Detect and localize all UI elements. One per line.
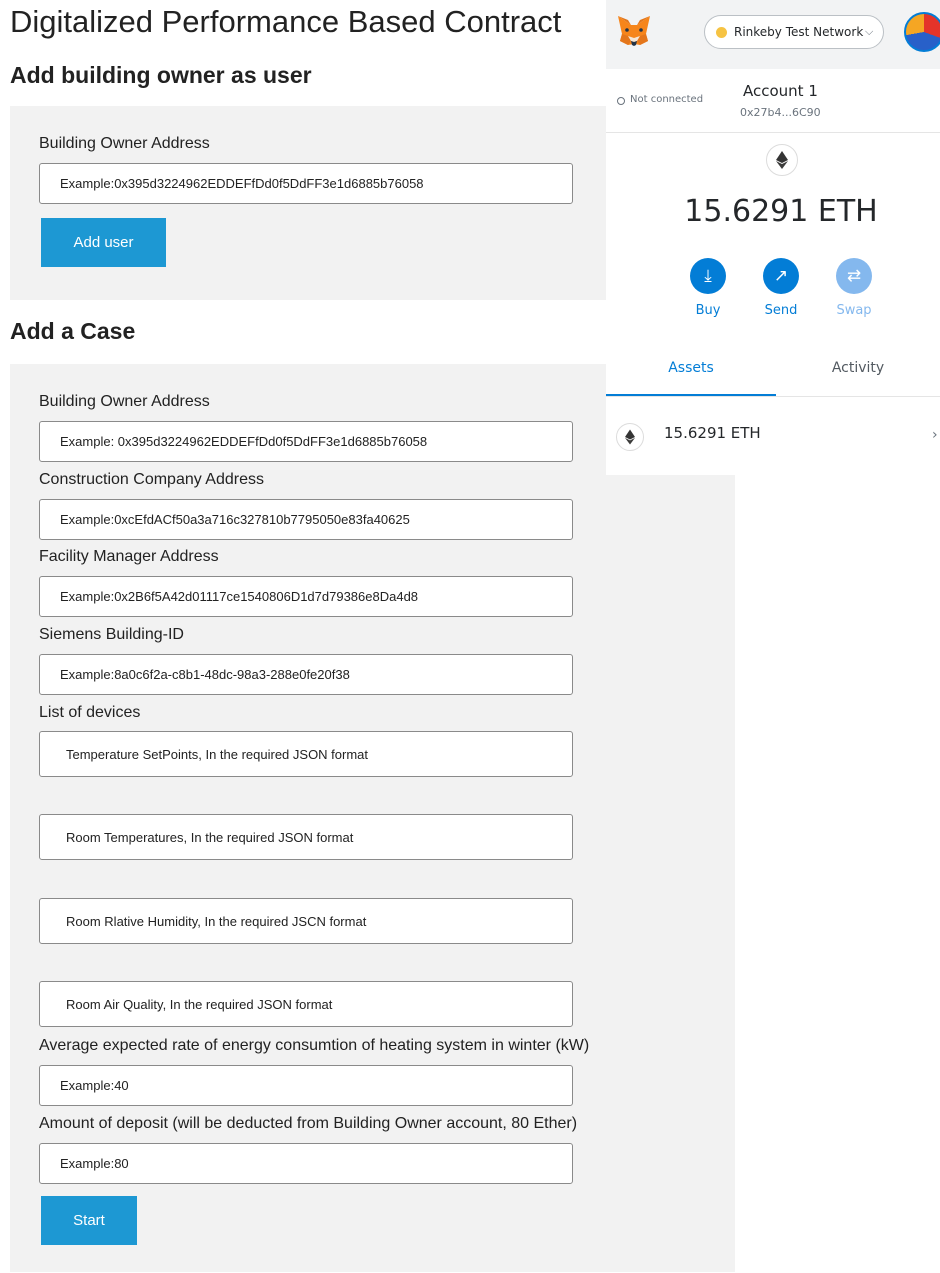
device-room-temperatures-input[interactable] xyxy=(39,814,573,860)
swap-button[interactable]: ⇄ Swap xyxy=(824,258,884,318)
send-label: Send xyxy=(764,303,798,318)
start-button[interactable]: Start xyxy=(41,1196,137,1245)
device-temperature-setpoints-input[interactable] xyxy=(39,731,573,777)
ethereum-icon xyxy=(616,423,644,451)
network-selector[interactable]: Rinkeby Test Network ⌵ xyxy=(704,15,884,49)
tab-assets[interactable]: Assets xyxy=(606,352,776,396)
owner-address-label: Building Owner Address xyxy=(39,135,210,152)
add-case-heading: Add a Case xyxy=(10,318,136,344)
facility-manager-label: Facility Manager Address xyxy=(39,548,219,565)
metamask-wallet-popup: Rinkeby Test Network ⌵ Not connected Acc… xyxy=(606,0,940,475)
buy-button[interactable]: ⤓ Buy xyxy=(678,258,738,318)
facility-manager-input[interactable] xyxy=(39,576,573,617)
device-room-humidity-input[interactable] xyxy=(39,898,573,944)
construction-company-input[interactable] xyxy=(39,499,573,540)
network-status-dot xyxy=(716,27,727,38)
construction-company-label: Construction Company Address xyxy=(39,471,264,488)
deposit-label: Amount of deposit (will be deducted from… xyxy=(39,1115,578,1132)
asset-amount: 15.6291 ETH xyxy=(664,424,761,442)
chevron-down-icon: ⌵ xyxy=(865,25,874,38)
device-room-air-quality-input[interactable] xyxy=(39,981,573,1027)
download-icon: ⤓ xyxy=(690,258,726,294)
connection-status[interactable]: Not connected xyxy=(630,94,703,105)
send-button[interactable]: ↗ Send xyxy=(751,258,811,318)
chevron-right-icon: › xyxy=(932,427,938,443)
network-name: Rinkeby Test Network xyxy=(734,25,864,39)
kebab-menu-icon[interactable]: ⋮ xyxy=(934,91,940,107)
building-id-label: Siemens Building-ID xyxy=(39,626,184,643)
tab-activity[interactable]: Activity xyxy=(776,352,940,396)
owner-address-input[interactable] xyxy=(39,163,573,204)
account-name: Account 1 xyxy=(743,82,818,100)
buy-label: Buy xyxy=(695,303,721,318)
connection-status-icon xyxy=(617,97,625,105)
arrow-up-right-icon: ↗ xyxy=(763,258,799,294)
account-avatar[interactable] xyxy=(904,12,940,52)
swap-icon: ⇄ xyxy=(836,258,872,294)
add-case-panel: Building Owner Address Construction Comp… xyxy=(10,364,735,1272)
deposit-input[interactable] xyxy=(39,1143,573,1184)
add-user-heading: Add building owner as user xyxy=(10,62,312,88)
metamask-fox-icon[interactable] xyxy=(616,14,652,48)
account-address[interactable]: 0x27b4...6C90 xyxy=(740,106,821,119)
case-owner-address-label: Building Owner Address xyxy=(39,393,210,410)
energy-rate-input[interactable] xyxy=(39,1065,573,1106)
case-owner-address-input[interactable] xyxy=(39,421,573,462)
add-user-button[interactable]: Add user xyxy=(41,218,166,267)
building-id-input[interactable] xyxy=(39,654,573,695)
wallet-header: Rinkeby Test Network ⌵ xyxy=(606,0,940,69)
energy-rate-label: Average expected rate of energy consumti… xyxy=(39,1037,590,1054)
page-title: Digitalized Performance Based Contract xyxy=(10,4,562,39)
account-bar: Not connected Account 1 0x27b4...6C90 ⋮ xyxy=(606,69,940,133)
swap-label: Swap xyxy=(836,303,872,318)
devices-label: List of devices xyxy=(39,704,141,721)
asset-row[interactable]: 15.6291 ETH › xyxy=(606,397,940,475)
add-user-panel: Building Owner Address Add user xyxy=(10,106,610,300)
ethereum-icon xyxy=(766,144,798,176)
wallet-balance: 15.6291 ETH xyxy=(684,194,878,229)
